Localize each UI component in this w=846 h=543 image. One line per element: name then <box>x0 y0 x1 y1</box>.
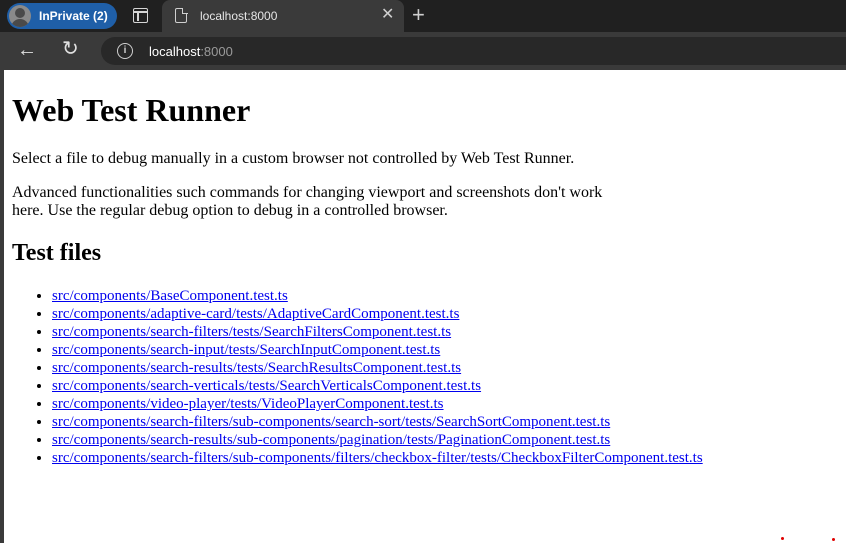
test-file-link[interactable]: src/components/BaseComponent.test.ts <box>52 288 288 304</box>
tab-actions-icon[interactable] <box>133 8 148 23</box>
section-title: Test files <box>12 240 102 266</box>
page-viewport: Web Test Runner Select a file to debug m… <box>4 70 846 505</box>
inprivate-profile-button[interactable]: InPrivate (2) <box>7 3 117 29</box>
reload-icon[interactable]: ↻ <box>62 39 79 59</box>
red-dot-marker <box>781 537 784 540</box>
site-info-icon[interactable]: i <box>117 43 133 59</box>
list-item: src/components/search-filters/sub-compon… <box>52 449 832 467</box>
test-file-link[interactable]: src/components/search-filters/sub-compon… <box>52 450 703 466</box>
test-file-link[interactable]: src/components/search-results/tests/Sear… <box>52 360 461 376</box>
list-item: src/components/search-verticals/tests/Se… <box>52 377 832 395</box>
back-arrow-icon[interactable]: ← <box>17 40 37 60</box>
test-file-link[interactable]: src/components/search-filters/tests/Sear… <box>52 324 451 340</box>
test-file-link[interactable]: src/components/video-player/tests/VideoP… <box>52 396 444 412</box>
list-item: src/components/search-input/tests/Search… <box>52 341 832 359</box>
test-file-link[interactable]: src/components/search-filters/sub-compon… <box>52 414 610 430</box>
note-text: Advanced functionalities such commands f… <box>12 184 603 219</box>
address-port: :8000 <box>200 44 233 59</box>
test-file-link[interactable]: src/components/search-input/tests/Search… <box>52 342 440 358</box>
page-title: Web Test Runner <box>12 92 251 128</box>
tab-localhost[interactable]: localhost:8000 ✕ <box>162 0 404 32</box>
list-item: src/components/search-filters/tests/Sear… <box>52 323 832 341</box>
test-file-link[interactable]: src/components/search-results/sub-compon… <box>52 432 610 448</box>
list-item: src/components/video-player/tests/VideoP… <box>52 395 832 413</box>
list-item: src/components/adaptive-card/tests/Adapt… <box>52 305 832 323</box>
page-content: Web Test Runner Select a file to debug m… <box>12 92 832 467</box>
avatar-icon <box>9 5 31 27</box>
new-tab-icon[interactable]: + <box>412 4 425 26</box>
list-item: src/components/search-results/tests/Sear… <box>52 359 832 377</box>
list-item: src/components/search-results/sub-compon… <box>52 431 832 449</box>
intro-text: Select a file to debug manually in a cus… <box>12 150 575 167</box>
list-item: src/components/BaseComponent.test.ts <box>52 287 832 305</box>
inprivate-label: InPrivate (2) <box>39 9 108 23</box>
red-dot-marker <box>832 538 835 541</box>
browser-toolbar: ← ↻ i localhost:8000 <box>0 32 846 70</box>
address-bar[interactable]: i localhost:8000 <box>101 37 846 65</box>
page-icon <box>175 7 188 23</box>
tab-strip: InPrivate (2) localhost:8000 ✕ + <box>0 0 846 32</box>
test-file-list: src/components/BaseComponent.test.ts src… <box>12 287 832 467</box>
close-tab-icon[interactable]: ✕ <box>381 7 394 23</box>
list-item: src/components/search-filters/sub-compon… <box>52 413 832 431</box>
tab-title: localhost:8000 <box>200 9 278 23</box>
address-host: localhost <box>149 44 201 59</box>
test-file-link[interactable]: src/components/adaptive-card/tests/Adapt… <box>52 306 459 322</box>
test-file-link[interactable]: src/components/search-verticals/tests/Se… <box>52 378 481 394</box>
address-text[interactable]: localhost:8000 <box>149 44 233 59</box>
